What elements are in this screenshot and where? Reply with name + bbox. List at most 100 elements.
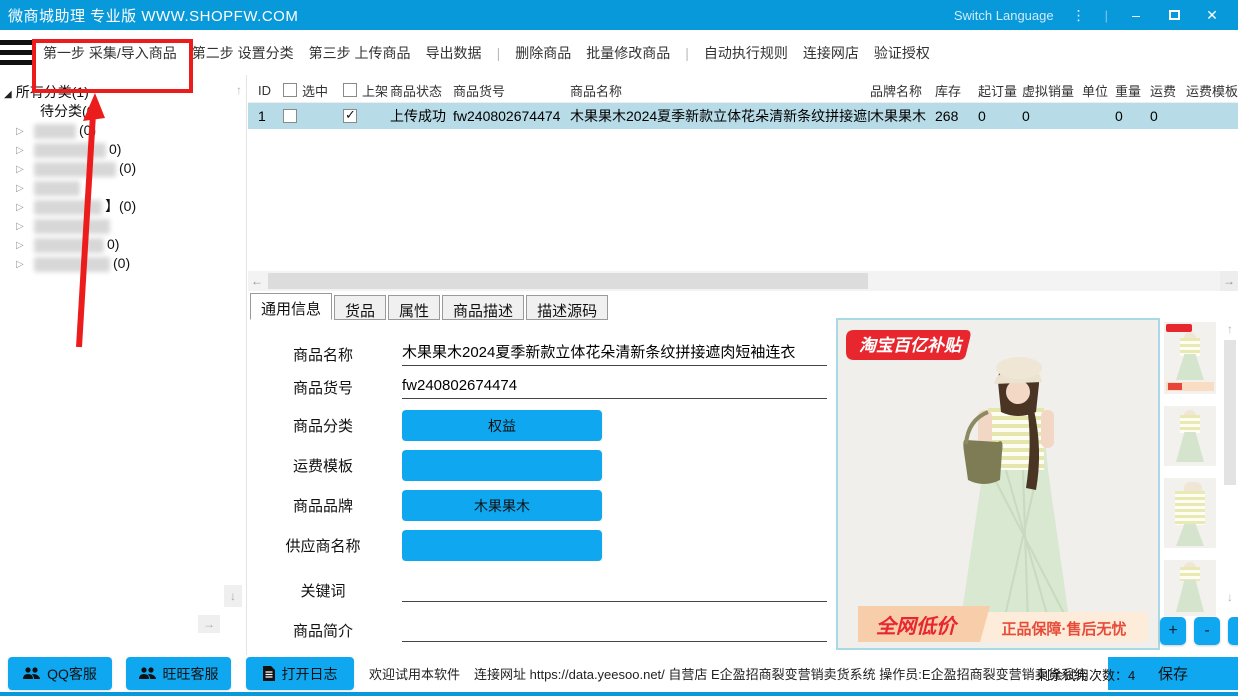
image-add-button[interactable]: +	[1160, 617, 1186, 645]
close-button[interactable]: ✕	[1202, 7, 1222, 24]
col-selected[interactable]: 选中	[275, 81, 335, 100]
fee-template-button[interactable]	[402, 450, 602, 481]
col-name[interactable]: 商品名称	[570, 81, 870, 100]
thumbnail-3[interactable]	[1164, 478, 1216, 548]
product-sku-input[interactable]: fw240802674474	[402, 375, 827, 399]
tree-item-censored[interactable]: ▷】(0)	[4, 197, 246, 216]
col-status[interactable]: 商品状态	[390, 81, 453, 100]
scroll-right-icon[interactable]: →	[1220, 271, 1238, 291]
col-weight[interactable]: 重量	[1115, 81, 1150, 100]
col-virtual-sales[interactable]: 虚拟销量	[1022, 81, 1082, 100]
tab-description-source[interactable]: 描述源码	[526, 295, 608, 320]
tree-collapsed-icon[interactable]: ▷	[16, 217, 24, 236]
censored-label	[34, 124, 76, 139]
keywords-input[interactable]	[402, 578, 827, 602]
wangwang-support-button[interactable]: 旺旺客服	[126, 657, 231, 690]
tab-goods[interactable]: 货品	[334, 295, 386, 320]
tab-general-info[interactable]: 通用信息	[250, 293, 332, 320]
thumbnail-2[interactable]	[1164, 406, 1216, 466]
tree-item-censored[interactable]: ▷0)	[4, 235, 246, 254]
hamburger-menu-icon[interactable]	[0, 34, 33, 72]
tree-item-censored[interactable]: ▷(0)	[4, 254, 246, 273]
col-brand[interactable]: 品牌名称	[870, 81, 935, 100]
tree-collapsed-icon[interactable]: ▷	[16, 179, 24, 198]
form-row-product-brand: 商品品牌 木果果木	[248, 490, 836, 521]
product-name-input[interactable]: 木果果木2024夏季新款立体花朵清新条纹拼接遮肉短袖连衣	[402, 342, 827, 366]
tab-description[interactable]: 商品描述	[442, 295, 524, 320]
menu-item-verify-auth[interactable]: 验证授权	[874, 43, 930, 63]
app-window: 微商城助理 专业版 WWW.SHOPFW.COM Switch Language…	[0, 0, 1238, 696]
maximize-button[interactable]	[1164, 7, 1184, 23]
tree-collapsed-icon[interactable]: ▷	[16, 255, 24, 274]
more-options-icon[interactable]: ⋮	[1072, 7, 1087, 24]
tree-collapsed-icon[interactable]: ▷	[16, 141, 24, 160]
tree-item-censored[interactable]: ▷	[4, 216, 246, 235]
product-intro-input[interactable]	[402, 618, 827, 642]
image-move-down-button[interactable]: ↓	[1228, 617, 1238, 645]
col-id[interactable]: ID	[248, 83, 275, 98]
menu-item-auto-rules[interactable]: 自动执行规则	[704, 43, 788, 63]
product-main-image[interactable]: 淘宝百亿补贴 全网低价 正品保障·售后无忧	[836, 318, 1160, 650]
menu-item-delete-product[interactable]: 删除商品	[515, 43, 571, 63]
product-category-button[interactable]: 权益	[402, 410, 602, 441]
col-fee-template[interactable]: 运费模板	[1186, 81, 1238, 100]
qq-support-button[interactable]: QQ客服	[8, 657, 112, 690]
listed-all-checkbox[interactable]	[343, 83, 357, 97]
tree-expanded-icon[interactable]: ◢	[4, 89, 12, 100]
tree-collapsed-icon[interactable]: ▷	[16, 236, 24, 255]
col-min-order[interactable]: 起订量	[978, 81, 1022, 100]
select-all-checkbox[interactable]	[283, 83, 297, 97]
tree-collapsed-icon[interactable]: ▷	[16, 198, 24, 217]
table-horizontal-scrollbar[interactable]: ← →	[248, 271, 1238, 291]
thumb-skirt	[1176, 580, 1204, 612]
menu-item-connect-shop[interactable]: 连接网店	[803, 43, 859, 63]
menu-separator: |	[497, 45, 501, 61]
menu-item-step1-collect-import[interactable]: 第一步 采集/导入商品	[43, 43, 177, 63]
thumb-badge	[1166, 324, 1192, 332]
sidebar-scroll-right-icon[interactable]: →	[198, 615, 220, 633]
product-brand-button[interactable]: 木果果木	[402, 490, 602, 521]
supplier-name-button[interactable]	[402, 530, 602, 561]
scrollbar-thumb[interactable]	[268, 273, 868, 289]
menu-item-step3-upload[interactable]: 第三步 上传商品	[309, 43, 411, 63]
thumb-cap	[1184, 482, 1202, 491]
col-fee[interactable]: 运费	[1150, 81, 1186, 100]
switch-language-button[interactable]: Switch Language	[954, 8, 1054, 23]
col-stock[interactable]: 库存	[935, 81, 978, 100]
col-unit[interactable]: 单位	[1082, 81, 1115, 100]
menu-item-export-data[interactable]: 导出数据	[426, 43, 482, 63]
sidebar-scroll-up-icon[interactable]: ↑	[236, 83, 242, 97]
image-remove-button[interactable]: -	[1194, 617, 1220, 645]
thumb-scroll-up-icon[interactable]: ↑	[1222, 322, 1238, 336]
menu-item-step2-set-category[interactable]: 第二步 设置分类	[192, 43, 294, 63]
scroll-left-icon[interactable]: ←	[248, 271, 266, 291]
tree-item-censored[interactable]: ▷(0)	[4, 121, 246, 140]
tree-collapsed-icon[interactable]: ▷	[16, 160, 24, 179]
thumbnail-4[interactable]	[1164, 560, 1216, 616]
thumb-scrollbar-thumb[interactable]	[1224, 340, 1236, 485]
table-row[interactable]: 1 上传成功 fw240802674474 木果果木2024夏季新款立体花朵清新…	[248, 103, 1238, 129]
tree-item-censored[interactable]: ▷(0)	[4, 159, 246, 178]
form-row-fee-template: 运费模板	[248, 450, 836, 481]
form-row-product-category: 商品分类 权益	[248, 410, 836, 441]
thumbnail-scrollbar[interactable]: ↑ ↓	[1222, 322, 1238, 604]
col-listed[interactable]: 上架	[335, 81, 390, 100]
tab-attributes[interactable]: 属性	[388, 295, 440, 320]
row-select-checkbox[interactable]	[283, 109, 297, 123]
thumbnail-1[interactable]	[1164, 322, 1216, 394]
tree-item-censored[interactable]: ▷	[4, 178, 246, 197]
tree-collapsed-icon[interactable]: ▷	[16, 122, 24, 141]
people-icon	[23, 667, 40, 680]
tree-root-all-categories[interactable]: ◢所有分类(1)	[4, 83, 246, 102]
row-listed-checkbox[interactable]	[343, 109, 357, 123]
tree-item-uncategorized[interactable]: 待分类(0)	[4, 102, 246, 121]
minimize-button[interactable]: –	[1126, 7, 1146, 23]
sidebar-scroll-down-icon[interactable]: ↓	[224, 585, 242, 607]
col-sku[interactable]: 商品货号	[453, 81, 570, 100]
cell-min-order: 0	[978, 108, 1022, 124]
thumb-top	[1175, 491, 1205, 525]
open-log-button[interactable]: 打开日志	[246, 657, 354, 690]
thumb-scroll-down-icon[interactable]: ↓	[1222, 590, 1238, 604]
tree-item-censored[interactable]: ▷0)	[4, 140, 246, 159]
menu-item-batch-edit[interactable]: 批量修改商品	[586, 43, 670, 63]
